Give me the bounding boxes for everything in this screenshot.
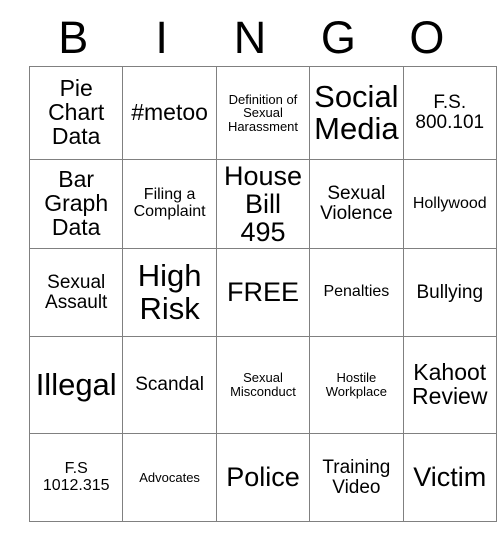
header-letter-n: N [233,11,267,63]
bingo-cell[interactable]: #metoo [122,66,217,160]
header-letter-o: O [409,11,445,63]
bingo-cell[interactable]: Pie Chart Data [28,66,124,160]
bingo-grid: Pie Chart Data #metoo Definition of Sexu… [28,66,497,522]
bingo-header: B I N G O [29,0,471,66]
header-letter-b: B [58,11,89,63]
bingo-cell-free[interactable]: FREE [215,248,311,337]
header-letter-i: I [155,11,168,63]
bingo-cell[interactable]: Sexual Misconduct [215,336,311,434]
bingo-row: Bar Graph Data Filing a Complaint House … [28,159,497,249]
bingo-cell[interactable]: Victim [402,433,497,522]
bingo-cell[interactable]: Bullying [402,248,497,337]
bingo-cell[interactable]: Social Media [309,66,404,160]
bingo-cell[interactable]: Sexual Violence [309,159,404,249]
bingo-card: B I N G O Pie Chart Data #metoo Definiti… [28,0,497,522]
bingo-row: Sexual Assault High Risk FREE Penalties … [28,248,497,337]
bingo-row: Pie Chart Data #metoo Definition of Sexu… [28,66,497,160]
bingo-cell[interactable]: Bar Graph Data [28,159,124,249]
bingo-cell[interactable]: Scandal [122,336,217,434]
bingo-row: F.S 1012.315 Advocates Police Training V… [28,433,497,522]
bingo-row: Illegal Scandal Sexual Misconduct Hostil… [28,336,497,434]
bingo-cell[interactable]: Filing a Complaint [122,159,217,249]
bingo-cell[interactable]: House Bill 495 [215,159,311,249]
bingo-cell[interactable]: Illegal [28,336,124,434]
bingo-cell[interactable]: Kahoot Review [402,336,497,434]
bingo-cell[interactable]: Hostile Workplace [309,336,404,434]
header-letter-g: G [320,11,356,63]
bingo-cell[interactable]: High Risk [122,248,217,337]
bingo-cell[interactable]: Penalties [309,248,404,337]
bingo-cell[interactable]: Definition of Sexual Harassment [215,66,311,160]
bingo-cell[interactable]: Advocates [122,433,217,522]
bingo-cell[interactable]: Sexual Assault [28,248,124,337]
bingo-cell[interactable]: F.S. 800.101 [402,66,497,160]
bingo-cell[interactable]: Training Video [309,433,404,522]
bingo-cell[interactable]: Hollywood [402,159,497,249]
bingo-cell[interactable]: F.S 1012.315 [28,433,124,522]
bingo-cell[interactable]: Police [215,433,311,522]
